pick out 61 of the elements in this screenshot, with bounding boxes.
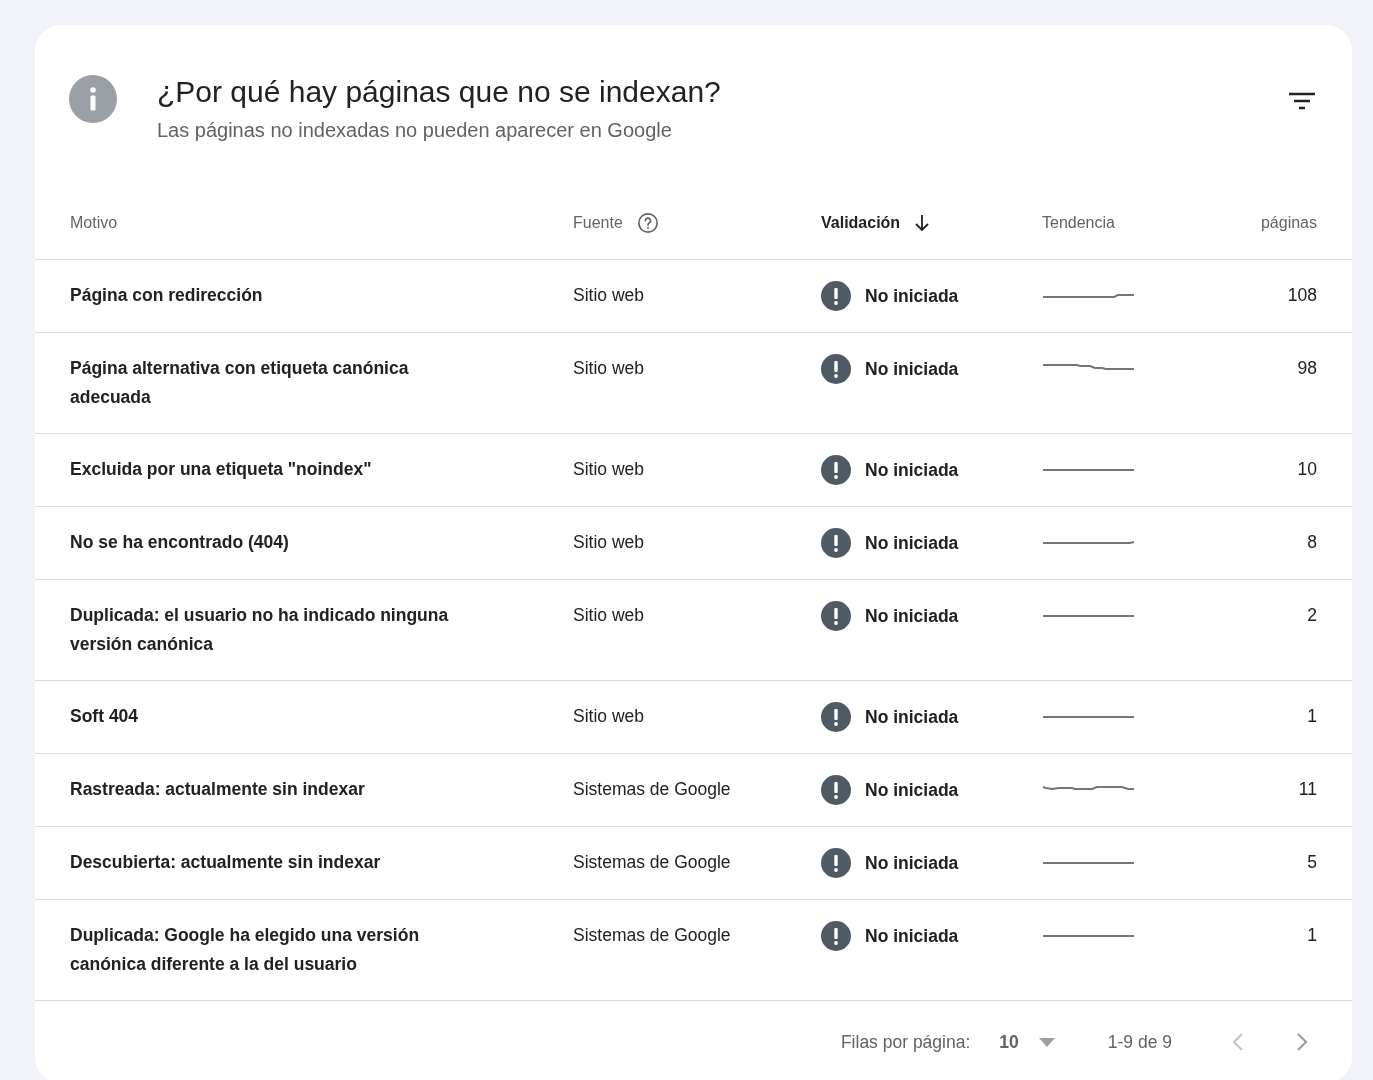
warning-icon <box>821 455 851 485</box>
warning-icon <box>821 354 851 384</box>
rows-per-page-label: Filas por página: <box>840 1031 971 1053</box>
source-text: Sistemas de Google <box>573 851 732 874</box>
warning-icon <box>821 601 851 631</box>
pages-count: 108 <box>1286 284 1317 307</box>
warning-icon <box>821 775 851 805</box>
pages-count: 8 <box>1306 531 1317 554</box>
validation-status: No iniciada <box>865 705 959 729</box>
source-text: Sitio web <box>573 458 645 481</box>
reason-text: Rastreada: actualmente sin indexar <box>70 778 366 801</box>
validation-status: No iniciada <box>865 924 959 948</box>
reason-text: Excluida por una etiqueta "noindex" <box>70 458 373 481</box>
validation-status: No iniciada <box>865 851 959 875</box>
source-text: Sistemas de Google <box>573 778 732 801</box>
page-range: 1-9 de 9 <box>1107 1031 1172 1053</box>
pages-count: 1 <box>1306 705 1317 728</box>
column-header[interactable]: Validación <box>821 213 901 232</box>
warning-icon <box>821 702 851 732</box>
warning-icon <box>821 848 851 878</box>
warning-icon <box>821 528 851 558</box>
pages-count: 11 <box>1297 778 1317 801</box>
source-text: Sitio web <box>573 357 645 380</box>
column-header[interactable]: Motivo <box>70 213 118 232</box>
column-header[interactable]: páginas <box>1260 213 1317 232</box>
reason-text: No se ha encontrado (404) <box>70 531 290 554</box>
column-header[interactable]: Tendencia <box>1042 213 1115 232</box>
source-text: Sitio web <box>573 705 645 728</box>
chevron-left-icon <box>1232 1032 1244 1052</box>
source-text: Sitio web <box>573 284 645 307</box>
pages-count: 1 <box>1306 924 1317 947</box>
pages-count: 98 <box>1296 357 1317 380</box>
reason-text: Descubierta: actualmente sin indexar <box>70 851 382 874</box>
help-icon[interactable] <box>636 211 659 234</box>
caret-icon <box>1038 1037 1055 1047</box>
source-text: Sitio web <box>573 604 645 627</box>
section-title: ¿Por qué hay páginas que no se indexan? <box>157 75 722 109</box>
pages-count: 5 <box>1306 851 1317 874</box>
warning-icon <box>821 281 851 311</box>
section-subtitle: Las páginas no indexadas no pueden aparecer en Google <box>157 119 673 142</box>
rows-per-page-select[interactable]: 10 <box>999 1031 1055 1053</box>
info-icon <box>69 75 117 123</box>
validation-status: No iniciada <box>865 604 959 628</box>
validation-status: No iniciada <box>865 284 959 308</box>
reason-text: Página con redirección <box>70 284 264 307</box>
validation-status: No iniciada <box>865 531 959 555</box>
sort-arrow-icon[interactable] <box>914 213 931 232</box>
validation-status: No iniciada <box>865 458 959 482</box>
validation-status: No iniciada <box>865 778 959 802</box>
validation-status: No iniciada <box>865 357 959 381</box>
reason-text: Duplicada: Google ha elegido una versión canónica diferente a la del usuario <box>70 924 421 976</box>
warning-icon <box>821 921 851 951</box>
source-text: Sitio web <box>573 531 645 554</box>
reason-text: Página alternativa con etiqueta canónica adecuada <box>70 357 410 409</box>
column-header[interactable]: Fuente <box>573 213 623 232</box>
chevron-right-icon <box>1296 1032 1308 1052</box>
reason-text: Duplicada: el usuario no ha indicado ninguna versión canónica <box>70 604 450 656</box>
pages-count: 2 <box>1306 604 1317 627</box>
pages-count: 10 <box>1296 458 1317 481</box>
reason-text: Soft 404 <box>70 705 140 728</box>
source-text: Sistemas de Google <box>573 924 732 947</box>
